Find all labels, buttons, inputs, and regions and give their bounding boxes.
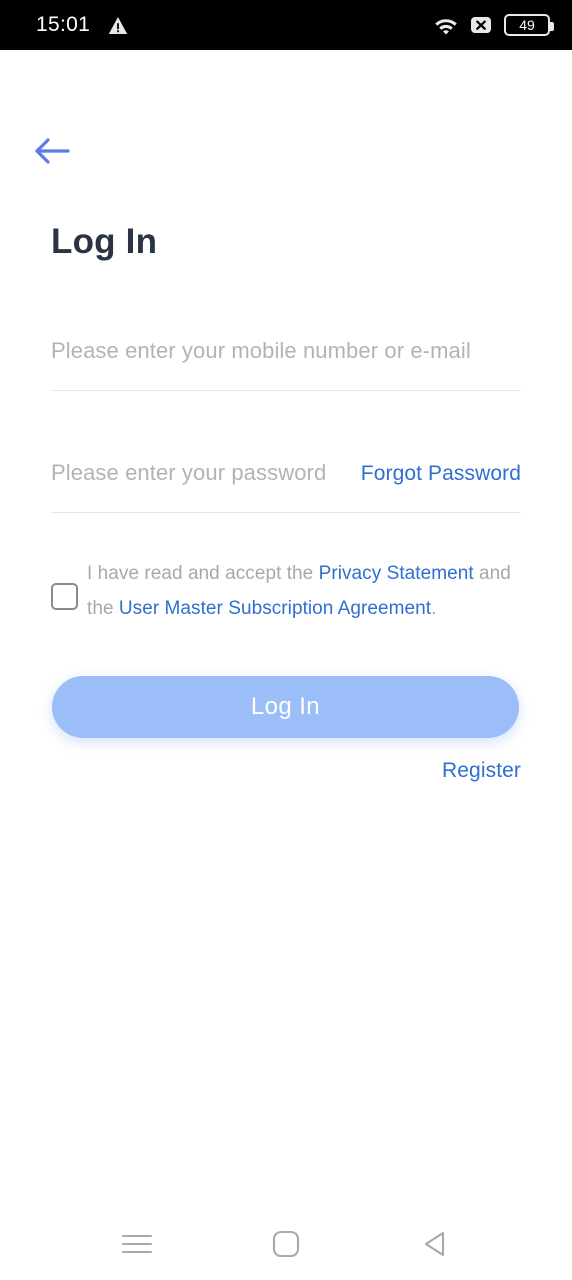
agreement-text: I have read and accept the Privacy State…	[87, 556, 521, 626]
agreement-checkbox[interactable]	[51, 583, 78, 610]
recents-button[interactable]	[107, 1218, 167, 1270]
status-time: 15:01	[36, 13, 91, 36]
forgot-password-link[interactable]: Forgot Password	[361, 462, 521, 486]
home-square-icon	[272, 1230, 300, 1258]
password-input[interactable]	[51, 460, 347, 486]
agreement-suffix: .	[431, 598, 437, 619]
status-bar: 15:01 49	[0, 0, 572, 50]
login-content: Log In Forgot Password I have read and a…	[0, 50, 572, 1208]
warning-triangle-icon	[108, 16, 128, 35]
status-bar-right: 49	[434, 14, 554, 36]
status-bar-left: 15:01	[36, 13, 128, 37]
login-button[interactable]: Log In	[52, 676, 519, 738]
password-field-row: Forgot Password	[51, 460, 521, 498]
account-field-underline	[51, 390, 521, 391]
account-field-group	[51, 338, 521, 391]
menu-lines-icon	[121, 1233, 153, 1255]
privacy-statement-link[interactable]: Privacy Statement	[319, 563, 474, 584]
no-sim-x-icon	[470, 14, 492, 36]
battery-level: 49	[519, 17, 535, 33]
back-triangle-icon	[422, 1230, 448, 1258]
phone-screen: 15:01 49 Log In Please enter your mobile…	[0, 0, 572, 1280]
user-master-subscription-agreement-link[interactable]: User Master Subscription Agreement	[119, 598, 431, 619]
register-link[interactable]: Register	[442, 759, 521, 783]
page-title: Log In	[51, 222, 158, 261]
account-field-row	[51, 338, 521, 376]
agreement-prefix: I have read and accept the	[87, 563, 319, 584]
wifi-icon	[434, 15, 458, 35]
home-button[interactable]	[256, 1218, 316, 1270]
back-button[interactable]	[28, 128, 76, 174]
password-field-group: Forgot Password	[51, 460, 521, 513]
password-field-underline	[51, 512, 521, 513]
battery-icon: 49	[504, 14, 554, 36]
agreement-row: I have read and accept the Privacy State…	[51, 556, 521, 626]
android-nav-bar	[0, 1208, 572, 1280]
back-arrow-icon	[32, 134, 72, 168]
back-nav-button[interactable]	[405, 1218, 465, 1270]
account-input[interactable]	[51, 338, 521, 364]
